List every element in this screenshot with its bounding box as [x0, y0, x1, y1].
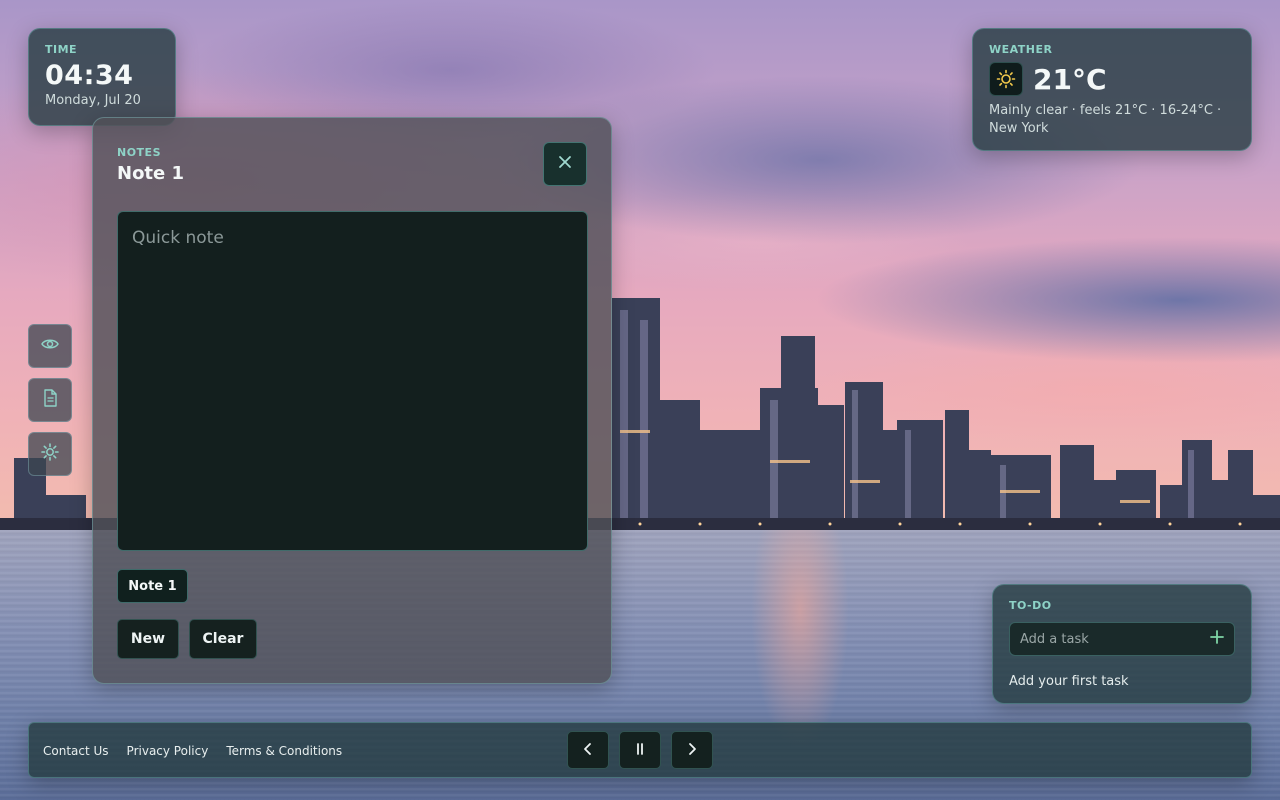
new-note-button[interactable]: New — [117, 619, 179, 659]
eye-icon — [40, 334, 60, 358]
todo-widget-label: TO-DO — [1009, 599, 1052, 612]
todo-input-wrapper — [1009, 622, 1235, 656]
footer-bar: Contact Us Privacy Policy Terms & Condit… — [28, 722, 1252, 778]
footer-links: Contact Us Privacy Policy Terms & Condit… — [43, 723, 360, 779]
background-player-controls — [567, 731, 723, 769]
footer-link-privacy[interactable]: Privacy Policy — [127, 744, 209, 758]
pause-button[interactable] — [619, 731, 661, 769]
rail-toggle-visibility-button[interactable] — [28, 324, 72, 368]
time-widget-label: TIME — [45, 43, 78, 56]
todo-widget: TO-DO Add your first task — [992, 584, 1252, 704]
document-icon — [40, 388, 60, 412]
rail-notes-button[interactable] — [28, 378, 72, 422]
gear-icon — [40, 442, 60, 466]
todo-empty-state: Add your first task — [1009, 674, 1129, 689]
time-widget: TIME 04:34 Monday, Jul 20 — [28, 28, 176, 126]
weather-description-block: Mainly clear · feels 21°C · 16-24°C · Ne… — [989, 102, 1235, 138]
add-task-input[interactable] — [1010, 623, 1234, 655]
add-task-button[interactable] — [1208, 630, 1226, 648]
pause-icon — [633, 741, 647, 760]
clear-note-button[interactable]: Clear — [189, 619, 257, 659]
chevron-right-icon — [685, 741, 699, 760]
close-notes-button[interactable] — [543, 142, 587, 186]
previous-button[interactable] — [567, 731, 609, 769]
plus-icon — [1210, 630, 1224, 648]
sun-icon — [989, 62, 1023, 96]
weather-main-row: 21°C — [989, 62, 1235, 96]
notes-panel-title: Note 1 — [117, 163, 185, 184]
note-tab-note-1[interactable]: Note 1 — [117, 569, 188, 603]
weather-location: New York — [989, 121, 1049, 136]
next-button[interactable] — [671, 731, 713, 769]
clock-time: 04:34 — [45, 60, 134, 91]
footer-link-terms[interactable]: Terms & Conditions — [226, 744, 342, 758]
weather-temperature: 21°C — [1033, 62, 1107, 96]
weather-widget: WEATHER 21°C Mainly clear · feels 21°C ·… — [972, 28, 1252, 151]
note-textarea[interactable] — [117, 211, 588, 551]
close-icon — [557, 154, 573, 174]
chevron-left-icon — [581, 741, 595, 760]
notes-panel-label: NOTES — [117, 146, 161, 159]
clock-date: Monday, Jul 20 — [45, 93, 141, 108]
weather-conditions: Mainly clear · feels 21°C · 16-24°C · — [989, 103, 1222, 118]
footer-link-contact[interactable]: Contact Us — [43, 744, 109, 758]
weather-widget-label: WEATHER — [989, 43, 1053, 56]
rail-settings-button[interactable] — [28, 432, 72, 476]
notes-panel: NOTES Note 1 Note 1 New Clear — [92, 117, 612, 684]
